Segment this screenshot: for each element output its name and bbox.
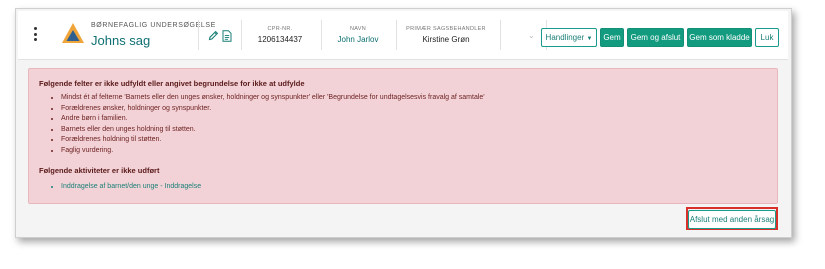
close-button[interactable]: Luk xyxy=(755,28,779,47)
cpr-label: CPR-NR. xyxy=(267,26,293,32)
save-and-close-button[interactable]: Gem og afslut xyxy=(627,28,684,47)
activity-link[interactable]: Inddragelse af barnet/den unge - Inddrag… xyxy=(61,182,201,193)
case-window: BØRNEFAGLIG UNDERSØGELSE Johns sag CPR-N… xyxy=(15,8,792,238)
case-header: BØRNEFAGLIG UNDERSØGELSE Johns sag CPR-N… xyxy=(18,11,788,60)
save-button[interactable]: Gem xyxy=(600,28,624,47)
header-divider xyxy=(198,20,199,50)
cpr-value: 1206134437 xyxy=(257,35,303,44)
missing-fields-title: Følgende felter er ikke udfyldt eller an… xyxy=(39,79,305,88)
header-divider xyxy=(241,20,242,50)
list-item: Mindst ét af felterne 'Barnets eller den… xyxy=(61,93,485,104)
document-icon[interactable] xyxy=(222,30,232,42)
list-item: Faglig vurdering. xyxy=(61,146,485,157)
activities-title: Følgende aktiviteter er ikke udført xyxy=(39,166,160,175)
list-item: Barnets eller den unges holdning til stø… xyxy=(61,125,485,136)
actions-dropdown[interactable]: Handlinger ▼ xyxy=(541,28,597,47)
triangle-logo-icon xyxy=(62,23,84,43)
header-divider xyxy=(396,20,397,50)
validation-alert: Følgende felter er ikke udfyldt eller an… xyxy=(28,68,778,204)
activities-list: Inddragelse af barnet/den unge - Inddrag… xyxy=(39,182,201,193)
missing-fields-list: Mindst ét af felterne 'Barnets eller den… xyxy=(39,93,485,156)
caret-down-icon: ▼ xyxy=(586,36,593,42)
list-item: Forældrenes ønsker, holdninger og synspu… xyxy=(61,104,485,115)
list-item: Forældrenes holdning til støtten. xyxy=(61,135,485,146)
kebab-menu-icon[interactable] xyxy=(34,27,38,43)
finish-other-reason-button[interactable]: Afslut med anden årsag xyxy=(688,210,776,229)
header-divider xyxy=(321,20,322,50)
name-value[interactable]: John Jarlov xyxy=(326,35,390,44)
handler-field: PRIMÆR SAGSBEHANDLER Kirstine Grøn xyxy=(400,26,492,44)
save-draft-button[interactable]: Gem som kladde xyxy=(687,28,752,47)
list-item: Andre børn i familien. xyxy=(61,114,485,125)
name-field: NAVN John Jarlov xyxy=(326,26,390,44)
name-label: NAVN xyxy=(349,26,367,32)
actions-label: Handlinger xyxy=(545,33,585,42)
handler-label: PRIMÆR SAGSBEHANDLER xyxy=(406,26,486,32)
case-name: Johns sag xyxy=(91,33,151,48)
handler-value: Kirstine Grøn xyxy=(422,35,470,44)
cpr-field: CPR-NR. 1206134437 xyxy=(245,26,315,44)
header-divider xyxy=(500,20,501,50)
pencil-icon[interactable] xyxy=(208,30,219,41)
chevron-icon[interactable]: ⌄ xyxy=(528,31,535,40)
